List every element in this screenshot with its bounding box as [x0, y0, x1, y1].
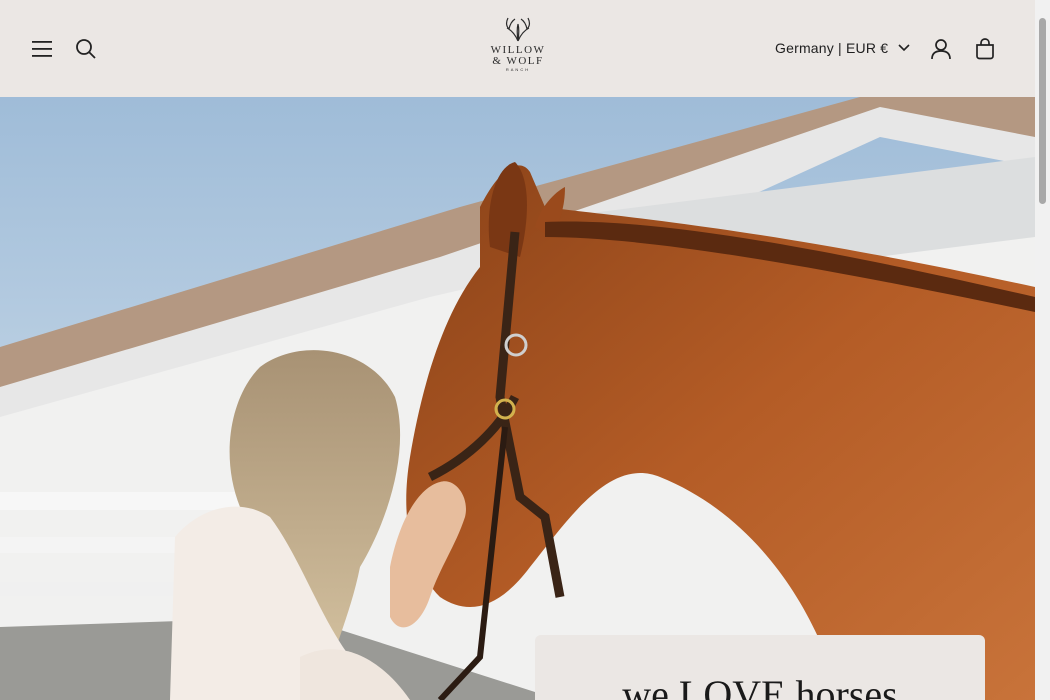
- account-button[interactable]: [919, 27, 963, 71]
- logo-line-2: & WOLF: [492, 55, 544, 67]
- site-logo[interactable]: WILLOW & WOLF RANCH: [479, 14, 557, 84]
- menu-button[interactable]: [20, 27, 64, 71]
- hero-banner: we LOVE horses: [0, 97, 1035, 700]
- country-currency-selector[interactable]: Germany | EUR €: [775, 34, 910, 62]
- scrollbar-thumb[interactable]: [1039, 18, 1046, 204]
- hero-image: [0, 97, 1035, 700]
- antler-logo-icon: [506, 17, 530, 42]
- chevron-down-icon: [898, 44, 910, 52]
- hero-text-card: we LOVE horses: [535, 635, 985, 700]
- locale-label: Germany | EUR €: [775, 40, 889, 56]
- hero-heading: we LOVE horses: [622, 672, 898, 700]
- search-button[interactable]: [64, 27, 108, 71]
- user-icon: [931, 39, 951, 60]
- page-scrollbar[interactable]: [1035, 0, 1050, 700]
- hamburger-menu-icon: [32, 41, 52, 57]
- cart-icon: [976, 38, 994, 60]
- cart-button[interactable]: [963, 27, 1007, 71]
- logo-line-3: RANCH: [505, 67, 531, 72]
- site-header: WILLOW & WOLF RANCH Germany | EUR €: [0, 0, 1035, 98]
- search-icon: [76, 39, 96, 59]
